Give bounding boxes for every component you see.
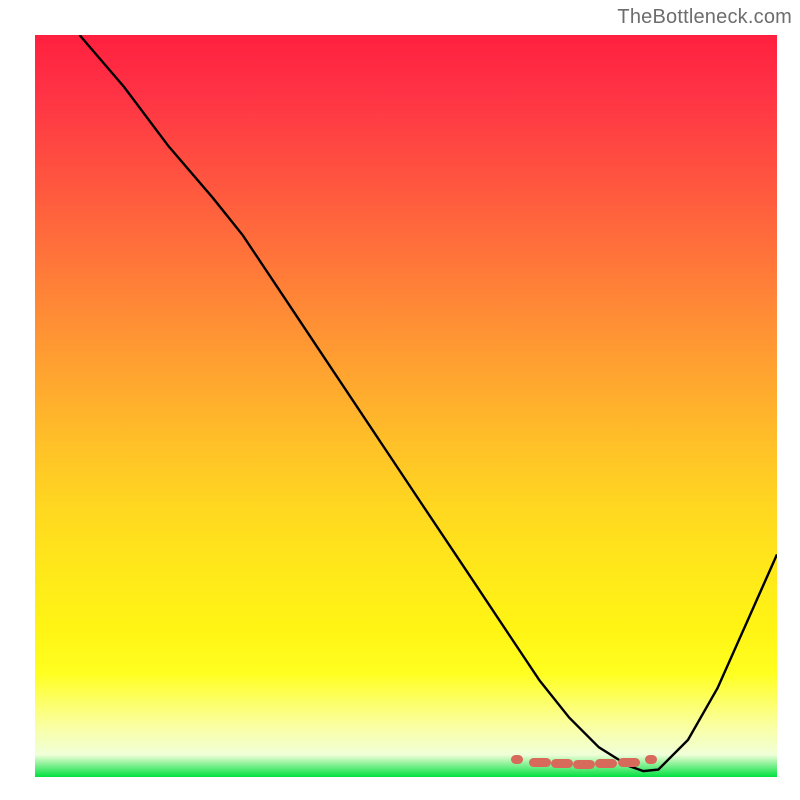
highlight-dot: [595, 759, 617, 768]
highlight-dot: [573, 760, 595, 769]
highlight-dot: [551, 759, 573, 768]
watermark-text: TheBottleneck.com: [617, 6, 792, 29]
highlight-dot: [645, 755, 657, 764]
highlight-dot: [511, 755, 523, 764]
highlight-dots: [35, 35, 777, 777]
highlight-dot: [618, 758, 640, 767]
highlight-dot: [529, 758, 551, 767]
plot-area: [35, 35, 777, 777]
